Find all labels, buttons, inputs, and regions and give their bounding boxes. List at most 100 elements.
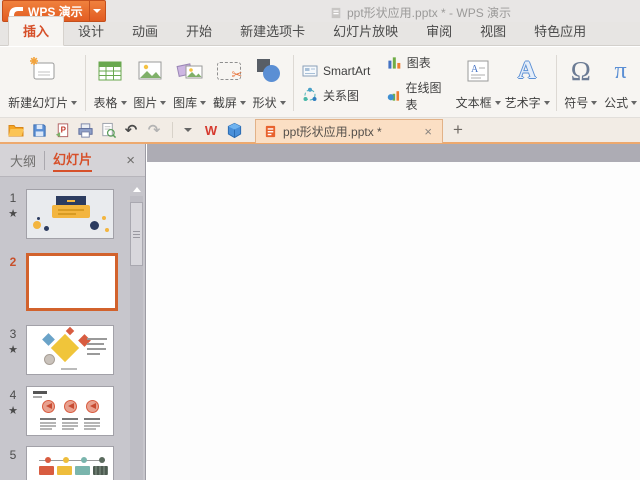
shapes-icon xyxy=(256,54,282,88)
textbox-button[interactable]: A 文本框 xyxy=(454,51,503,115)
chevron-down-icon xyxy=(120,100,127,105)
slide-1-thumbnail[interactable] xyxy=(26,189,114,239)
print-preview-icon xyxy=(101,122,116,138)
chart-icon xyxy=(388,56,401,69)
table-button[interactable]: 表格 xyxy=(90,51,130,115)
chevron-down-icon xyxy=(494,100,501,105)
slide-thumbnail-row-2: 2 xyxy=(0,253,128,311)
tab-view[interactable]: 视图 xyxy=(466,17,520,45)
diagram-group: SmartArt 关系图 xyxy=(298,51,383,115)
wps-cube-button[interactable] xyxy=(224,120,244,140)
tab-slideshow[interactable]: 幻灯片放映 xyxy=(319,17,412,45)
picture-button[interactable]: 图片 xyxy=(130,51,170,115)
chevron-down-icon xyxy=(93,9,102,13)
chevron-down-icon xyxy=(543,100,550,105)
tab-insert[interactable]: 插入 xyxy=(8,16,65,46)
smartart-icon xyxy=(302,65,318,76)
close-document-button[interactable]: × xyxy=(422,124,434,139)
scrollbar-thumb[interactable] xyxy=(130,202,143,266)
undo-button[interactable]: ↶ xyxy=(121,120,141,140)
chevron-down-icon xyxy=(591,100,598,105)
tab-custom[interactable]: 新建选项卡 xyxy=(226,17,319,45)
close-panel-button[interactable]: × xyxy=(126,152,135,169)
textbox-icon: A xyxy=(464,54,492,88)
relation-chart-label: 关系图 xyxy=(322,88,359,103)
screenshot-button[interactable]: ✂ 截屏 xyxy=(210,51,250,115)
tab-review[interactable]: 审阅 xyxy=(412,17,466,45)
open-folder-icon xyxy=(8,125,24,137)
export-pdf-icon: P xyxy=(55,122,68,137)
slide-panel-header: 大纲 幻灯片 × xyxy=(0,144,145,177)
chart-button[interactable]: 图表 xyxy=(387,54,450,71)
textbox-label: 文本框 xyxy=(455,96,492,110)
scroll-up-button[interactable] xyxy=(130,183,143,196)
gallery-button[interactable]: 图库 xyxy=(170,51,210,115)
ribbon-divider xyxy=(555,55,557,111)
svg-text:P: P xyxy=(60,125,66,134)
chevron-down-icon xyxy=(184,128,192,132)
chart-group: 图表 在线图表 xyxy=(383,51,454,115)
tab-home[interactable]: 开始 xyxy=(172,17,226,45)
screenshot-icon: ✂ xyxy=(217,54,242,88)
document-tab[interactable]: ppt形状应用.pptx * × xyxy=(255,119,443,143)
ribbon-tab-bar: 插入 设计 动画 开始 新建选项卡 幻灯片放映 审阅 视图 特色应用 xyxy=(0,16,640,46)
symbol-button[interactable]: Ω 符号 xyxy=(560,51,601,115)
new-document-tab-button[interactable]: + xyxy=(453,120,463,140)
slide-5-thumbnail[interactable] xyxy=(26,446,114,480)
slide-thumbnail-row-3: 3 ★ xyxy=(0,325,128,375)
save-icon xyxy=(32,123,46,137)
animation-star-icon: ★ xyxy=(8,344,18,356)
slide3-yellow-diamond xyxy=(50,333,80,363)
slide-3-thumbnail[interactable] xyxy=(26,325,114,375)
svg-text:A: A xyxy=(471,64,479,75)
outline-tab[interactable]: 大纲 xyxy=(10,150,46,170)
shapes-button[interactable]: 形状 xyxy=(249,51,289,115)
open-file-button[interactable] xyxy=(6,120,26,140)
smartart-button[interactable]: SmartArt xyxy=(302,63,379,79)
formula-label: 公式 xyxy=(604,96,629,110)
new-slide-button[interactable]: 新建幻灯片 xyxy=(4,51,81,115)
slide-4-thumbnail[interactable] xyxy=(26,386,114,436)
chevron-down-icon xyxy=(200,100,207,105)
gallery-label: 图库 xyxy=(173,96,198,110)
print-button[interactable] xyxy=(75,120,95,140)
tab-special-features[interactable]: 特色应用 xyxy=(520,17,600,45)
animation-star-icon: ★ xyxy=(8,208,18,220)
wps-presentation-window: { "titlebar": { "app_button_label": "WPS… xyxy=(0,0,640,480)
relation-chart-button[interactable]: 关系图 xyxy=(302,87,379,104)
main-content: 大纲 幻灯片 × 1 ★ 2 3 ★ 4 ★ 5 xyxy=(0,144,640,480)
gallery-icon xyxy=(175,54,205,88)
online-chart-button[interactable]: 在线图表 xyxy=(387,79,450,113)
slide-thumbnail-row-5: 5 xyxy=(0,446,128,480)
new-slide-label: 新建幻灯片 xyxy=(8,96,69,110)
printer-icon xyxy=(77,122,93,138)
wps-writer-doc-button[interactable]: W xyxy=(201,120,221,140)
print-preview-button[interactable] xyxy=(98,120,118,140)
triangle-up-icon xyxy=(132,187,141,192)
wordart-button[interactable]: A 艺术字 xyxy=(503,51,552,115)
current-slide-canvas[interactable] xyxy=(147,162,640,480)
wordart-icon: A xyxy=(518,57,537,84)
export-pdf-button[interactable]: P xyxy=(52,120,72,140)
slides-tab[interactable]: 幻灯片 xyxy=(53,149,93,172)
wordart-label: 艺术字 xyxy=(504,96,541,110)
ribbon-insert-panel: 新建幻灯片 表格 图片 图库 ✂ 截屏 形状 SmartArt 关系图 图表 在… xyxy=(0,47,640,118)
sidebar-scrollbar[interactable] xyxy=(130,183,143,480)
formula-button[interactable]: π 公式 xyxy=(601,51,640,115)
redo-button[interactable]: ↷ xyxy=(144,120,164,140)
customize-toolbar-button[interactable] xyxy=(178,120,198,140)
smartart-label: SmartArt xyxy=(322,63,371,78)
online-chart-icon xyxy=(387,91,399,101)
slide-number: 1 xyxy=(9,191,17,205)
table-label: 表格 xyxy=(93,96,118,110)
save-button[interactable] xyxy=(29,120,49,140)
slide-2-thumbnail[interactable] xyxy=(26,253,118,311)
chevron-down-icon xyxy=(239,100,246,105)
omega-icon: Ω xyxy=(570,55,591,86)
chevron-down-icon xyxy=(631,100,638,105)
tab-animation[interactable]: 动画 xyxy=(118,17,172,45)
slide-edit-area xyxy=(147,144,640,480)
chart-label: 图表 xyxy=(406,55,431,70)
tab-design[interactable]: 设计 xyxy=(64,17,118,45)
slide1-yellow-banner xyxy=(52,205,90,218)
